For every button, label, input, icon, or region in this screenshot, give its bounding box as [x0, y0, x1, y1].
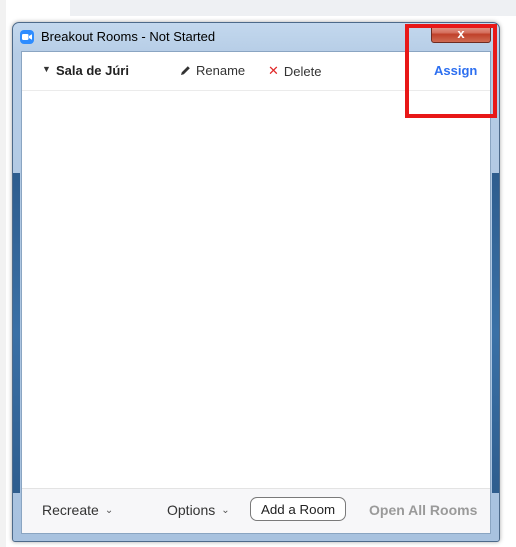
footer-bar: Recreate ⌄ Options ⌄ Add a Room Open All… [22, 488, 490, 533]
breakout-rooms-panel: ▼ Sala de Júri Rename ✕ Delete Assign Re… [21, 51, 491, 534]
recreate-dropdown[interactable]: Recreate ⌄ [42, 502, 113, 518]
add-room-button[interactable]: Add a Room [250, 497, 347, 521]
delete-button[interactable]: ✕ Delete [268, 63, 321, 79]
recreate-label: Recreate [42, 502, 99, 518]
room-name: Sala de Júri [56, 63, 129, 78]
rename-label: Rename [196, 63, 246, 78]
room-row[interactable]: ▼ Sala de Júri Rename ✕ Delete Assign [22, 52, 490, 91]
pencil-icon [181, 66, 190, 75]
rename-button[interactable]: Rename [180, 63, 245, 78]
close-button[interactable]: x [431, 24, 491, 43]
options-dropdown[interactable]: Options ⌄ [167, 502, 230, 518]
caret-down-icon[interactable]: ▼ [42, 64, 51, 74]
x-icon: ✕ [268, 63, 279, 78]
delete-label: Delete [283, 63, 322, 79]
window-edge-right [492, 173, 499, 493]
options-label: Options [167, 502, 216, 518]
window-title: Breakout Rooms - Not Started [41, 29, 216, 44]
chevron-down-icon: ⌄ [104, 504, 114, 516]
title-bar[interactable]: Breakout Rooms - Not Started x [13, 23, 499, 51]
background-strip [0, 0, 6, 547]
assign-button[interactable]: Assign [434, 63, 477, 78]
window-edge-left [13, 173, 20, 493]
zoom-camera-icon [20, 30, 34, 44]
breakout-rooms-window: Breakout Rooms - Not Started x ▼ Sala de… [12, 22, 500, 542]
open-all-rooms-button[interactable]: Open All Rooms [369, 502, 477, 518]
room-list-area [22, 91, 490, 489]
background-top-band [70, 0, 516, 16]
chevron-down-icon: ⌄ [221, 504, 230, 516]
